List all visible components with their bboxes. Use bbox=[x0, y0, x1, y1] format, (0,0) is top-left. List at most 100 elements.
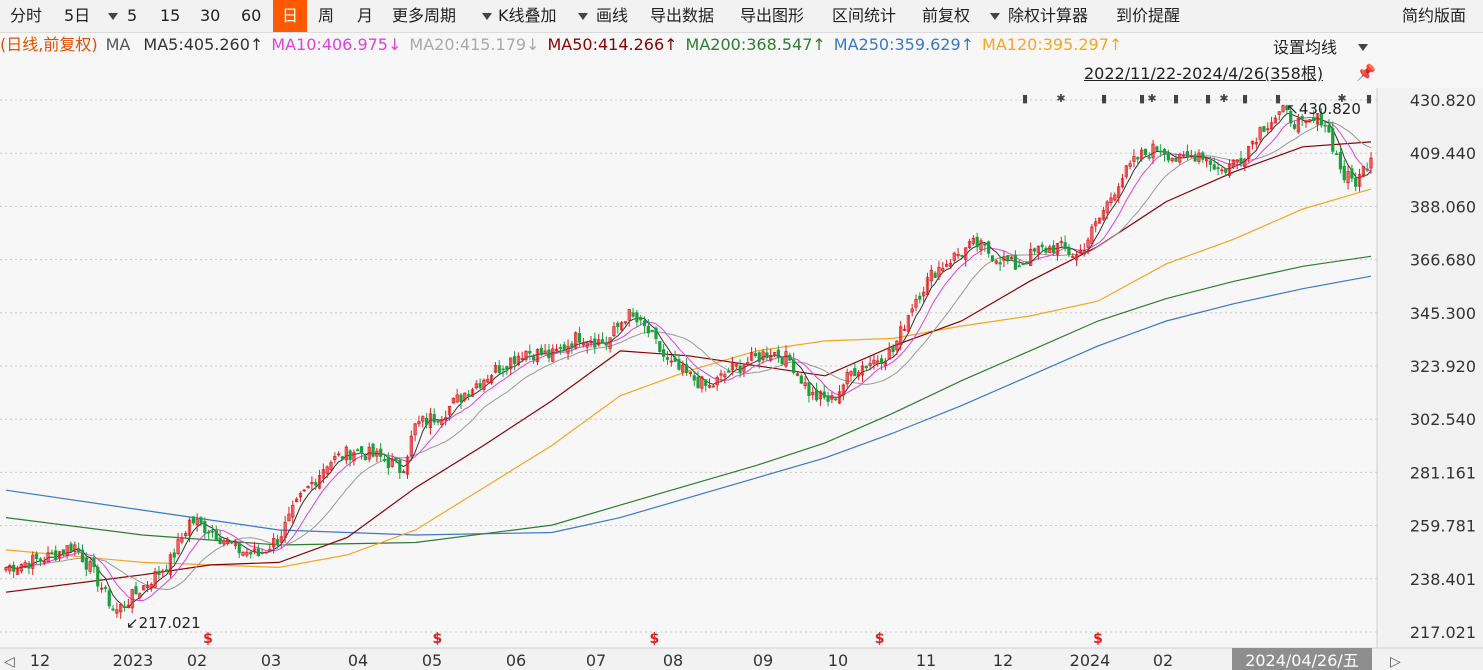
toolbar-item-11[interactable]: 画线 bbox=[596, 0, 628, 32]
candle-body bbox=[34, 553, 39, 559]
ma-settings-button[interactable]: 设置均线 bbox=[1273, 36, 1337, 60]
toolbar-item-5[interactable]: 60 bbox=[241, 0, 261, 32]
candle-body bbox=[340, 456, 345, 460]
candle-body bbox=[379, 448, 383, 457]
candle-body bbox=[864, 365, 868, 369]
candle-body bbox=[394, 457, 398, 462]
candle-body bbox=[164, 569, 169, 572]
candle-body bbox=[314, 482, 318, 486]
candle-body bbox=[918, 295, 922, 300]
ma-label: MA bbox=[105, 35, 131, 54]
candle-body bbox=[359, 446, 364, 454]
candle-body bbox=[107, 590, 111, 607]
candle-body bbox=[738, 365, 742, 373]
y-tick-9: 238.401 bbox=[1410, 570, 1476, 589]
candle-body bbox=[780, 356, 784, 365]
candle-body bbox=[191, 516, 195, 524]
toolbar-item-7[interactable]: 周 bbox=[318, 0, 334, 32]
candle-body bbox=[38, 558, 43, 561]
candle-body bbox=[673, 357, 677, 362]
dropdown-arrow-icon[interactable] bbox=[990, 13, 1000, 20]
candle-body bbox=[665, 357, 670, 360]
dropdown-arrow-icon[interactable] bbox=[578, 13, 588, 20]
toolbar-item-1[interactable]: 5日 bbox=[64, 0, 90, 32]
toolbar-item-10[interactable]: K线叠加 bbox=[498, 0, 557, 32]
candle-body bbox=[356, 449, 360, 452]
x-tick-9: 09 bbox=[753, 651, 773, 670]
ma-legend-item-0: MA5:405.260↑ bbox=[143, 35, 264, 54]
x-tick-14: 02 bbox=[1153, 651, 1173, 670]
y-tick-8: 259.781 bbox=[1410, 517, 1476, 536]
extreme-label-1: ↖430.820 bbox=[1286, 100, 1361, 118]
candle-body bbox=[692, 375, 696, 381]
candle-body bbox=[727, 370, 731, 373]
x-tick-5: 05 bbox=[422, 651, 442, 670]
cursor-date-label: 2024/04/26/五 bbox=[1245, 651, 1359, 670]
toolbar-item-13[interactable]: 导出图形 bbox=[740, 0, 804, 32]
toolbar-item-2[interactable]: 5 bbox=[127, 0, 137, 32]
event-marker-icon: ▮ bbox=[1173, 92, 1179, 105]
candle-body bbox=[214, 530, 218, 541]
candle-body bbox=[348, 450, 352, 460]
candle-body bbox=[822, 391, 826, 398]
x-tick-8: 08 bbox=[663, 651, 683, 670]
candle-body bbox=[1147, 156, 1151, 159]
pin-icon[interactable]: 📌 bbox=[1356, 63, 1376, 82]
candle-body bbox=[371, 443, 375, 457]
candle-body bbox=[1212, 164, 1216, 170]
event-marker-icon: ✱ bbox=[1219, 92, 1228, 105]
candle-body bbox=[512, 356, 517, 364]
candle-body bbox=[788, 354, 792, 361]
event-marker-icon: ✱ bbox=[1337, 92, 1346, 105]
dividend-marker-icon: $ bbox=[650, 631, 660, 647]
candle-body bbox=[1032, 248, 1037, 252]
candle-body bbox=[654, 327, 658, 339]
x-tick-11: 11 bbox=[916, 651, 936, 670]
simple-layout-button[interactable]: 简约版面 bbox=[1402, 0, 1466, 32]
toolbar-item-14[interactable]: 区间统计 bbox=[832, 0, 896, 32]
candle-body bbox=[1365, 168, 1369, 171]
chart-svg[interactable]: 430.820 409.440 388.060 366.680 345.300 323.9… bbox=[0, 0, 1483, 670]
y-tick-5: 323.920 bbox=[1410, 357, 1476, 376]
settings-dropdown-icon[interactable] bbox=[1358, 44, 1368, 51]
y-tick-7: 281.161 bbox=[1410, 463, 1476, 482]
ma-prefix: (日线,前复权) bbox=[0, 35, 98, 54]
toolbar-item-0[interactable]: 分时 bbox=[10, 0, 42, 32]
toolbar-item-16[interactable]: 除权计算器 bbox=[1008, 0, 1088, 32]
event-marker-icon: ▮ bbox=[1139, 92, 1145, 105]
candle-body bbox=[562, 344, 566, 351]
candle-body bbox=[1185, 151, 1190, 157]
dropdown-arrow-icon[interactable] bbox=[482, 13, 492, 20]
candle-body bbox=[398, 459, 402, 473]
candle-body bbox=[1239, 157, 1243, 164]
dropdown-arrow-icon[interactable] bbox=[108, 13, 118, 20]
x-tick-1: 2023 bbox=[113, 651, 154, 670]
candle-body bbox=[237, 542, 241, 554]
candle-body bbox=[382, 458, 387, 461]
candle-body bbox=[1040, 244, 1044, 248]
toolbar-item-9[interactable]: 更多周期 bbox=[392, 0, 456, 32]
ma-legend-item-4: MA200:368.547↑ bbox=[685, 35, 826, 54]
toolbar-item-17[interactable]: 到价提醒 bbox=[1116, 0, 1180, 32]
candle-body bbox=[933, 272, 937, 279]
candle-body bbox=[757, 352, 761, 362]
extreme-label-0: ↙217.021 bbox=[126, 614, 201, 632]
toolbar-item-6[interactable]: 日 bbox=[273, 0, 307, 32]
candle-body bbox=[1159, 150, 1163, 153]
candle-body bbox=[639, 318, 643, 321]
candle-body bbox=[646, 325, 650, 334]
date-range-label[interactable]: 2022/11/22-2024/4/26(358根) bbox=[1084, 62, 1323, 86]
toolbar-item-15[interactable]: 前复权 bbox=[922, 0, 970, 32]
toolbar-item-3[interactable]: 15 bbox=[160, 0, 180, 32]
toolbar-item-12[interactable]: 导出数据 bbox=[650, 0, 714, 32]
candle-body bbox=[1166, 152, 1170, 161]
candle-body bbox=[478, 383, 482, 388]
candle-body bbox=[960, 254, 964, 257]
candle-body bbox=[1208, 160, 1213, 165]
candle-body bbox=[879, 358, 884, 364]
toolbar-item-4[interactable]: 30 bbox=[200, 0, 220, 32]
y-tick-2: 388.060 bbox=[1410, 197, 1476, 216]
toolbar-item-8[interactable]: 月 bbox=[357, 0, 373, 32]
candle-body bbox=[799, 375, 803, 384]
x-tick-7: 07 bbox=[586, 651, 606, 670]
